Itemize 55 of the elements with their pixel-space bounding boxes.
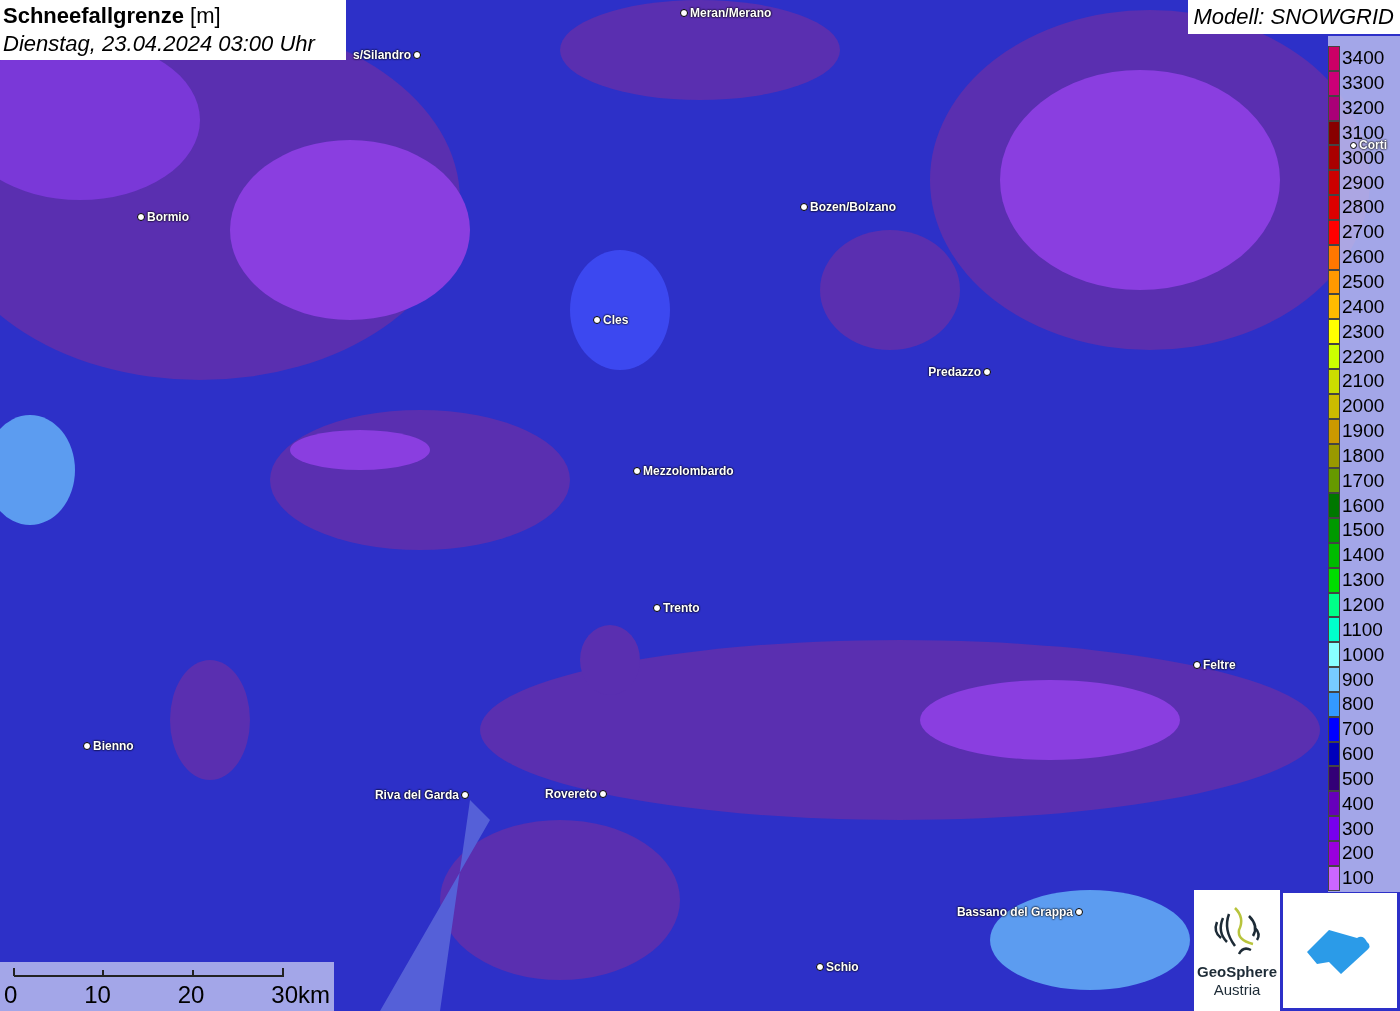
legend-label: 1900 xyxy=(1342,421,1385,442)
legend-label: 300 xyxy=(1342,818,1374,839)
city-label: Bozen/Bolzano xyxy=(810,199,896,216)
model-label: Modell: SNOWGRID xyxy=(1187,0,1400,34)
legend-label: 200 xyxy=(1342,843,1374,864)
legend-label: 3400 xyxy=(1342,48,1385,69)
legend-label: 600 xyxy=(1342,744,1374,765)
legend-label: 700 xyxy=(1342,719,1374,740)
city-label: Predazzo xyxy=(928,364,981,381)
legend-label: 2400 xyxy=(1342,296,1385,317)
legend-label: 2700 xyxy=(1342,222,1385,243)
city-label: Bienno xyxy=(93,738,134,755)
legend-label: 1000 xyxy=(1342,644,1385,665)
legend-label: 2100 xyxy=(1342,371,1385,392)
legend-label: 1200 xyxy=(1342,595,1385,615)
legend-label: 2500 xyxy=(1342,272,1385,292)
legend-label: 100 xyxy=(1342,868,1374,889)
city-label: Riva del Garda xyxy=(374,787,459,804)
city-label: Cles xyxy=(603,312,629,329)
legend-label: 1700 xyxy=(1342,470,1385,491)
city-label: Trento xyxy=(663,600,700,617)
city-label: Meran/Merano xyxy=(690,5,772,22)
map-date: Dienstag, 23.04.2024 03:00 Uhr xyxy=(3,30,317,58)
legend-label: 1400 xyxy=(1342,545,1385,566)
legend-label: 2200 xyxy=(1342,346,1385,367)
logo-text: Austria xyxy=(1213,981,1261,999)
legend-label: 1300 xyxy=(1342,570,1385,591)
legend-label: 3300 xyxy=(1342,73,1385,94)
legend-label: 2300 xyxy=(1342,321,1385,342)
legend-label: 800 xyxy=(1342,694,1374,715)
scale-label: 0 xyxy=(4,981,18,1009)
city-label: Bassano del Grappa xyxy=(956,904,1073,921)
city-label: Rovereto xyxy=(545,786,597,803)
city-label: Mezzolombardo xyxy=(643,463,734,480)
legend-label: 2800 xyxy=(1342,197,1385,218)
legend-label: 900 xyxy=(1342,669,1374,690)
scale-label: 30km xyxy=(271,981,330,1009)
legend-label: 3200 xyxy=(1342,98,1385,119)
scale-label: 20 xyxy=(177,981,205,1009)
legend-label: 2600 xyxy=(1342,247,1385,268)
legend-label: 400 xyxy=(1342,793,1374,814)
scale-label: 10 xyxy=(84,981,111,1009)
city-label: s/Silandro xyxy=(353,47,411,64)
legend-label: 2900 xyxy=(1342,172,1385,193)
legend-label: 1800 xyxy=(1342,445,1385,466)
logo-text: GeoSphere xyxy=(1197,963,1277,981)
city-label: Feltre xyxy=(1203,657,1236,674)
legend-label: 2000 xyxy=(1342,396,1385,417)
map-title: Schneefallgrenze [m] xyxy=(3,2,222,30)
city-label: Bormio xyxy=(147,209,189,226)
legend-label: 1100 xyxy=(1342,619,1383,640)
legend-label: 1500 xyxy=(1342,520,1385,541)
legend-label: 1600 xyxy=(1342,495,1385,516)
city-label: Schio xyxy=(826,959,859,976)
legend-label: 500 xyxy=(1342,768,1374,789)
